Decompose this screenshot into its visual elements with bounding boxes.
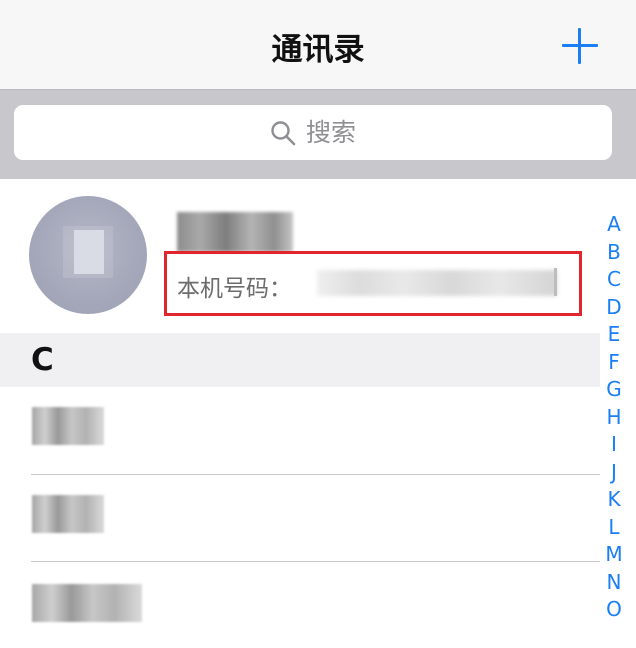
navigation-bar: 通讯录 bbox=[0, 0, 636, 89]
index-letter-m[interactable]: M bbox=[600, 541, 628, 569]
index-letter-e[interactable]: E bbox=[600, 321, 628, 349]
my-card[interactable]: 本机号码： bbox=[0, 180, 600, 332]
my-phone-number-highlight: 本机号码： bbox=[164, 251, 582, 316]
add-contact-button[interactable] bbox=[558, 24, 602, 68]
contact-row[interactable] bbox=[0, 562, 600, 648]
contact-name-blurred bbox=[32, 495, 104, 533]
index-letter-j[interactable]: J bbox=[600, 459, 628, 487]
search-input[interactable]: 搜索 bbox=[14, 105, 612, 160]
search-icon bbox=[271, 121, 296, 146]
index-letter-a[interactable]: A bbox=[600, 211, 628, 239]
index-letter-n[interactable]: N bbox=[600, 569, 628, 597]
search-bar-container: 搜索 bbox=[0, 89, 636, 179]
index-letter-k[interactable]: K bbox=[600, 486, 628, 514]
phone-label: 本机号码： bbox=[177, 276, 292, 302]
contact-row[interactable] bbox=[0, 475, 600, 561]
index-letter-f[interactable]: F bbox=[600, 349, 628, 377]
page-title: 通讯录 bbox=[271, 32, 365, 68]
alphabet-index[interactable]: ABCDEFGHIJKLMNO bbox=[600, 211, 628, 624]
phone-number-blurred bbox=[317, 270, 557, 296]
index-letter-o[interactable]: O bbox=[600, 596, 628, 624]
index-letter-g[interactable]: G bbox=[600, 376, 628, 404]
avatar bbox=[29, 196, 147, 314]
index-letter-l[interactable]: L bbox=[600, 514, 628, 542]
section-letter: C bbox=[31, 342, 54, 378]
contact-name-blurred bbox=[32, 407, 104, 445]
index-letter-b[interactable]: B bbox=[600, 239, 628, 267]
contact-name-blurred bbox=[32, 584, 142, 622]
index-letter-h[interactable]: H bbox=[600, 404, 628, 432]
index-letter-i[interactable]: I bbox=[600, 431, 628, 459]
my-name-blurred bbox=[177, 212, 293, 252]
contact-row[interactable] bbox=[0, 387, 600, 473]
index-letter-d[interactable]: D bbox=[600, 294, 628, 322]
section-header-c: C bbox=[0, 333, 600, 387]
search-placeholder: 搜索 bbox=[305, 118, 356, 147]
index-letter-c[interactable]: C bbox=[600, 266, 628, 294]
